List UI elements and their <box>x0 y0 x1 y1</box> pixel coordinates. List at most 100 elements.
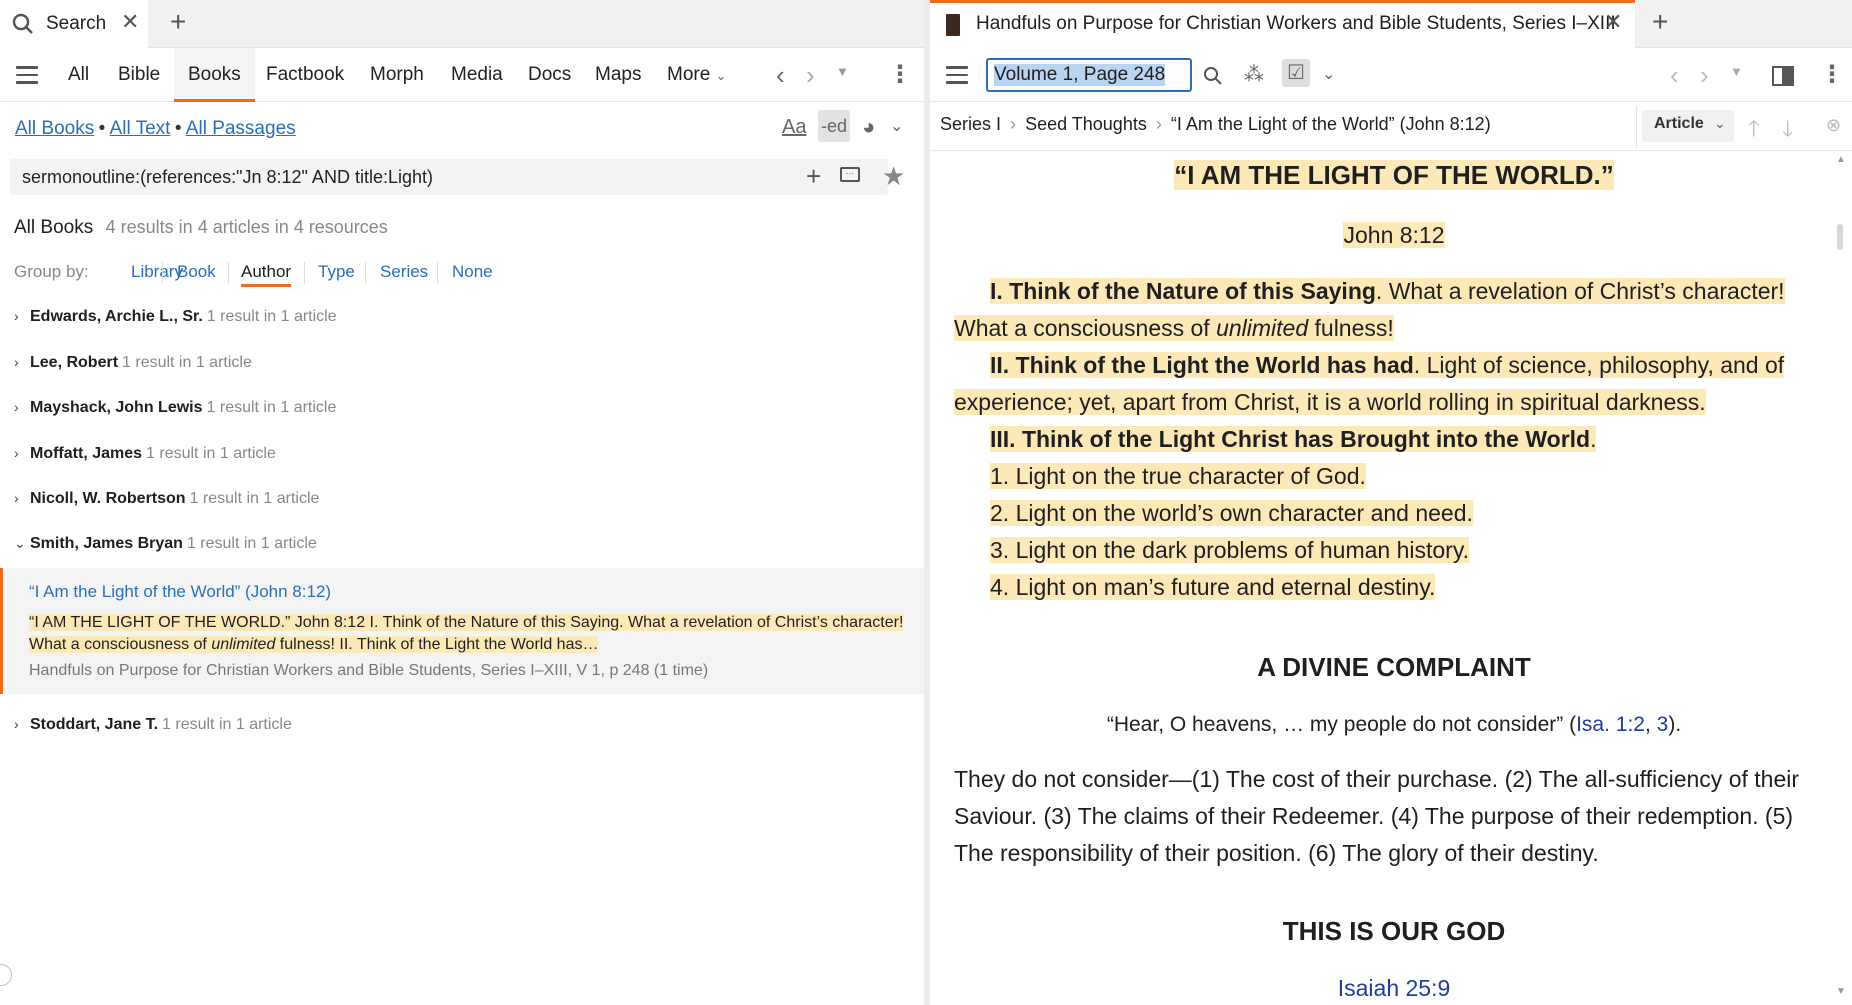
author-group-row[interactable]: › Mayshack, John Lewis 1 result in 1 artic… <box>14 399 336 423</box>
add-tab-icon[interactable]: + <box>1652 8 1668 36</box>
highlight-icon[interactable]: ◕ <box>862 114 875 140</box>
bible-ref-link[interactable]: Isa. 1:2 <box>1576 713 1645 736</box>
tab-title: Handfuls on Purpose for Christian Worker… <box>976 13 1616 34</box>
point-text: . <box>1590 426 1597 452</box>
back-icon[interactable]: ‹ <box>776 60 785 91</box>
panel-handle-icon[interactable] <box>0 964 12 986</box>
tab-morph[interactable]: Morph <box>370 48 424 102</box>
star-icon[interactable]: ★ <box>882 161 905 192</box>
breadcrumb-item[interactable]: “I Am the Light of the World” (John 8:12… <box>1171 114 1491 134</box>
snippet-line: What a consciousness of unlimited fulnes… <box>29 636 599 653</box>
point-heading: I. Think of the Nature of this Saying <box>990 278 1376 304</box>
arrow-down-icon[interactable]: 🡓 <box>1782 112 1793 150</box>
arrow-up-icon[interactable]: 🡑 <box>1748 112 1759 150</box>
scroll-down-icon[interactable]: ▼ <box>1836 986 1846 997</box>
divider <box>365 262 366 284</box>
history-dropdown-icon[interactable]: ▼ <box>836 64 849 79</box>
close-tab-icon[interactable]: ✕ <box>121 9 139 35</box>
snippet-italic: unlimited <box>211 636 276 653</box>
author-group-row-expanded[interactable]: ⌄ Smith, James Bryan 1 result in 1 article <box>14 535 317 559</box>
search-kind-toolbar: All Bible Books Factbook Morph Media Doc… <box>0 48 924 102</box>
group-none[interactable]: None <box>452 262 493 282</box>
search-panel: Search ✕ + All Bible Books Factbook Morp… <box>0 0 924 1005</box>
scrollbar-thumb[interactable] <box>1837 224 1843 250</box>
tab-maps[interactable]: Maps <box>595 48 641 102</box>
forward-icon[interactable]: › <box>1700 60 1709 91</box>
back-icon[interactable]: ‹ <box>1670 60 1679 91</box>
forward-icon[interactable]: › <box>806 60 815 91</box>
author-name: Smith, James Bryan <box>30 535 183 552</box>
right-tab-bar: Handfuls on Purpose for Christian Worker… <box>930 0 1852 48</box>
author-name: Stoddart, Jane T. <box>30 716 159 733</box>
group-book[interactable]: Book <box>177 262 216 282</box>
more-options-icon[interactable]: ⋮ <box>1820 60 1844 89</box>
section-quote: “Hear, O heavens, … my people do not con… <box>954 706 1834 743</box>
left-tab-bar: Search ✕ + <box>0 0 924 48</box>
add-tab-icon[interactable]: + <box>170 8 186 36</box>
author-group-row[interactable]: › Nicoll, W. Robertson 1 result in 1 artic… <box>14 490 319 514</box>
visual-filters-icon[interactable]: ⁂ <box>1244 62 1264 87</box>
group-author[interactable]: Author <box>241 262 292 287</box>
split-view-icon[interactable] <box>1772 66 1794 86</box>
reader-panel: Handfuls on Purpose for Christian Worker… <box>930 0 1852 1005</box>
point-text: experience; yet, apart from Christ, it i… <box>954 389 1706 415</box>
search-query-field[interactable]: sermonoutline:(references:"Jn 8:12" AND … <box>10 159 888 195</box>
all-books-link[interactable]: All Books <box>15 118 94 139</box>
history-dropdown-icon[interactable]: ▼ <box>1730 64 1743 79</box>
group-library[interactable]: Library <box>131 262 183 282</box>
font-size-icon[interactable]: Aa <box>782 116 806 139</box>
search-query-text[interactable]: sermonoutline:(references:"Jn 8:12" AND … <box>22 167 433 188</box>
location-field[interactable]: Volume 1, Page 248 <box>986 58 1192 92</box>
breadcrumb-item[interactable]: Seed Thoughts <box>1025 114 1147 134</box>
chevron-right-icon: › <box>14 716 19 732</box>
all-text-link[interactable]: All Text <box>110 118 171 139</box>
chevron-down-icon[interactable]: ⌄ <box>890 116 903 136</box>
search-result-item[interactable]: “I Am the Light of the World” (John 8:12… <box>0 568 924 694</box>
outline-point-2: II. Think of the Light the World has had… <box>954 347 1834 421</box>
tab-books[interactable]: Books <box>174 48 255 102</box>
tab-search[interactable]: Search ✕ <box>0 0 148 48</box>
author-group-row[interactable]: › Moffatt, James 1 result in 1 article <box>14 445 276 469</box>
group-type[interactable]: Type <box>318 262 355 282</box>
result-title-link[interactable]: “I Am the Light of the World” (John 8:12… <box>29 582 331 602</box>
inflected-forms-icon[interactable]: -ed <box>818 110 850 142</box>
more-options-icon[interactable]: ⋮ <box>888 60 912 89</box>
tab-media[interactable]: Media <box>451 48 503 102</box>
article-title: “I AM THE LIGHT OF THE WORLD.” <box>954 157 1834 195</box>
author-group-row[interactable]: › Edwards, Archie L., Sr. 1 result in 1 ar… <box>14 308 337 332</box>
menu-icon[interactable] <box>946 66 968 84</box>
summary-label: All Books <box>14 217 94 238</box>
quote-text: “Hear, O heavens, … my people do not con… <box>1106 713 1577 736</box>
scroll-up-icon[interactable]: ▲ <box>1836 154 1846 165</box>
chevron-down-icon[interactable]: ⌄ <box>1322 64 1335 84</box>
keyboard-icon[interactable]: ⋯ <box>840 167 860 182</box>
tab-docs[interactable]: Docs <box>528 48 571 102</box>
tab-more[interactable]: More ⌄ <box>667 48 726 102</box>
author-group-row[interactable]: › Stoddart, Jane T. 1 result in 1 article <box>14 716 292 740</box>
menu-icon[interactable] <box>16 66 38 84</box>
checklist-icon[interactable]: ☑ <box>1282 59 1310 87</box>
tab-factbook[interactable]: Factbook <box>266 48 344 102</box>
list-item: 4. Light on man’s future and eternal des… <box>990 574 1436 600</box>
tab-all[interactable]: All <box>68 48 89 102</box>
view-mode-dropdown[interactable]: Article ⌄ <box>1642 110 1734 142</box>
author-meta: 1 result in 1 article <box>206 399 337 416</box>
all-passages-link[interactable]: All Passages <box>186 118 296 139</box>
section-paragraph: They do not consider—(1) The cost of the… <box>954 761 1834 872</box>
bible-ref-link[interactable]: Isaiah 25:9 <box>1338 975 1451 1001</box>
tab-bible[interactable]: Bible <box>118 48 160 102</box>
author-group-row[interactable]: › Lee, Robert 1 result in 1 article <box>14 354 252 378</box>
results-summary: All Books 4 results in 4 articles in 4 r… <box>14 217 388 239</box>
group-series[interactable]: Series <box>380 262 428 282</box>
tab-resource[interactable]: Handfuls on Purpose for Christian Worker… <box>930 0 1635 48</box>
chevron-right-icon: › <box>14 445 19 461</box>
search-icon[interactable] <box>1203 66 1223 86</box>
breadcrumb-item[interactable]: Series I <box>940 114 1001 134</box>
add-term-icon[interactable]: + <box>806 161 821 192</box>
point-heading: II. Think of the Light the World has had <box>990 352 1414 378</box>
bible-ref-link[interactable]: 3 <box>1657 713 1669 736</box>
close-circle-icon[interactable]: ⊗ <box>1826 115 1841 136</box>
close-tab-icon[interactable]: ✕ <box>1604 9 1622 35</box>
point-text: . What a revelation of Christ’s characte… <box>1375 278 1785 304</box>
location-text[interactable]: Volume 1, Page 248 <box>994 64 1166 86</box>
